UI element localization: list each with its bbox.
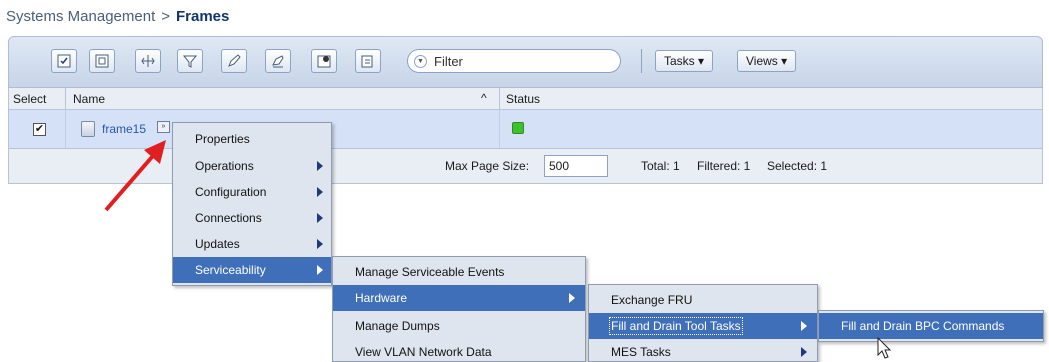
column-select[interactable]: Select: [13, 92, 46, 106]
breadcrumb-parent[interactable]: Systems Management: [6, 8, 155, 25]
status-ok-icon: [512, 122, 524, 134]
submenu-arrow-icon: [801, 347, 807, 357]
deselect-all-icon[interactable]: [89, 49, 115, 73]
total-count: Total: 1: [641, 159, 680, 173]
menu-item-view-vlan-network-data[interactable]: View VLAN Network Data: [333, 339, 585, 362]
properties-icon[interactable]: [355, 49, 381, 73]
submenu-arrow-icon: [317, 265, 323, 275]
sort-ascending-icon[interactable]: ^: [481, 91, 487, 105]
menu-item-label: Exchange FRU: [611, 293, 693, 307]
views-button[interactable]: Views ▾: [737, 50, 797, 72]
edit-icon[interactable]: [221, 49, 247, 73]
menu-item-properties[interactable]: Properties: [173, 126, 331, 152]
menu-item-fill-and-drain-bpc-commands[interactable]: Fill and Drain BPC Commands: [819, 313, 1043, 339]
submenu-arrow-icon: [569, 293, 575, 303]
column-divider: [499, 88, 500, 110]
serviceability-submenu: Manage Serviceable Events Hardware Manag…: [332, 256, 586, 362]
filter-dropdown-icon[interactable]: ▼: [414, 55, 427, 68]
submenu-arrow-icon: [317, 187, 323, 197]
submenu-arrow-icon: [317, 239, 323, 249]
menu-item-label: Updates: [195, 237, 240, 251]
row-name-link[interactable]: frame15: [102, 122, 146, 136]
red-annotation-arrow: [104, 140, 166, 212]
menu-item-label: Configuration: [195, 185, 267, 199]
table-header: Select Name ^ Status: [8, 88, 1043, 110]
menu-item-label: Connections: [195, 211, 262, 225]
menu-item-mes-tasks[interactable]: MES Tasks: [589, 339, 817, 362]
selected-count: Selected: 1: [767, 159, 828, 173]
breadcrumb-separator: >: [161, 8, 170, 25]
menu-item-connections[interactable]: Connections: [173, 205, 331, 231]
menu-item-updates[interactable]: Updates: [173, 231, 331, 257]
select-all-icon[interactable]: [51, 49, 77, 73]
context-menu-icon[interactable]: »: [157, 121, 170, 133]
column-divider: [65, 88, 66, 110]
menu-item-fill-and-drain-tool-tasks[interactable]: Fill and Drain Tool Tasks: [589, 313, 817, 339]
submenu-arrow-icon: [317, 161, 323, 171]
menu-item-label: Manage Dumps: [355, 319, 440, 333]
column-status[interactable]: Status: [506, 92, 540, 106]
context-menu: Properties Operations Configuration Conn…: [172, 122, 332, 286]
menu-item-label: Properties: [195, 132, 250, 146]
menu-item-label: View VLAN Network Data: [355, 345, 492, 359]
submenu-arrow-icon: [317, 213, 323, 223]
menu-item-label: Serviceability: [195, 263, 266, 277]
toolbar-divider: [641, 49, 642, 73]
menu-item-manage-dumps[interactable]: Manage Dumps: [333, 313, 585, 339]
breadcrumb-current: Frames: [176, 8, 230, 25]
menu-item-label: Operations: [195, 159, 254, 173]
menu-item-label: Manage Serviceable Events: [355, 265, 505, 279]
menu-item-label: Hardware: [355, 291, 408, 305]
menu-item-operations[interactable]: Operations: [173, 153, 331, 179]
submenu-arrow-icon: [801, 321, 807, 331]
configure-icon[interactable]: [311, 49, 337, 73]
menu-item-serviceability[interactable]: Serviceability: [173, 257, 331, 283]
max-page-input[interactable]: 500: [544, 155, 608, 177]
row-divider: [65, 110, 66, 148]
frame-icon: [81, 121, 95, 137]
columns-icon[interactable]: [135, 49, 161, 73]
row-checkbox[interactable]: ✔: [33, 123, 46, 136]
max-page-label: Max Page Size:: [445, 159, 530, 173]
row-divider: [499, 110, 500, 148]
fill-drain-submenu: Fill and Drain BPC Commands: [818, 310, 1044, 342]
filter-input[interactable]: ▼ Filter: [407, 49, 621, 73]
menu-item-exchange-fru[interactable]: Exchange FRU: [589, 287, 817, 313]
clear-filter-icon[interactable]: [265, 49, 291, 73]
menu-item-manage-serviceable-events[interactable]: Manage Serviceable Events: [333, 259, 585, 285]
menu-item-configuration[interactable]: Configuration: [173, 179, 331, 205]
breadcrumb: Systems Management > Frames: [6, 8, 229, 25]
menu-item-hardware[interactable]: Hardware: [333, 285, 585, 311]
menu-item-label: Fill and Drain BPC Commands: [841, 319, 1005, 333]
filter-placeholder: Filter: [434, 54, 463, 69]
filtered-count: Filtered: 1: [697, 159, 751, 173]
column-name[interactable]: Name: [73, 92, 105, 106]
menu-item-label: Fill and Drain Tool Tasks: [609, 317, 743, 335]
toolbar: ▼ Filter Tasks ▾ Views ▾: [8, 36, 1043, 88]
menu-item-label: MES Tasks: [611, 345, 671, 359]
filter-rows-icon[interactable]: [177, 49, 203, 73]
pointer-cursor-icon: [877, 337, 892, 359]
hardware-submenu: Exchange FRU Fill and Drain Tool Tasks M…: [588, 284, 818, 362]
tasks-button[interactable]: Tasks ▾: [655, 50, 714, 72]
